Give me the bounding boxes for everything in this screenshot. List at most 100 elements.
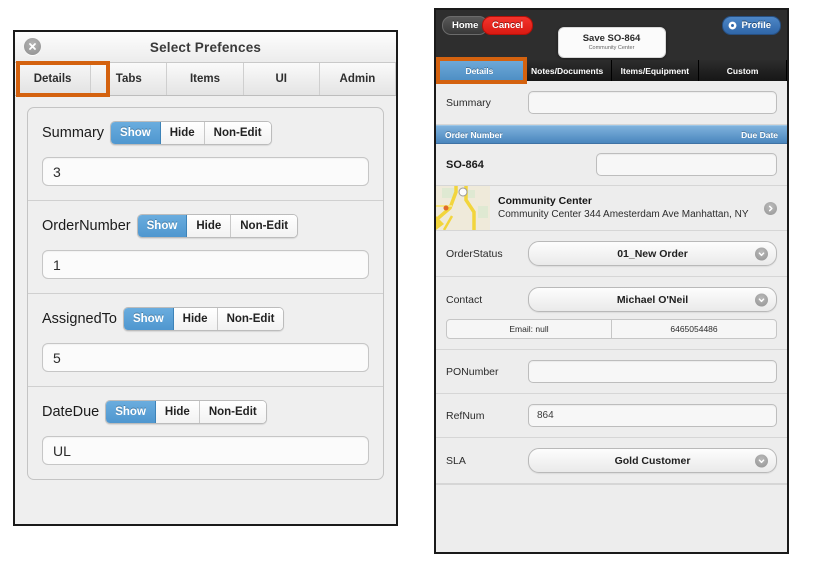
seg-non-edit[interactable]: Non-Edit: [204, 122, 271, 144]
map-thumbnail-icon: [436, 186, 490, 230]
order-number-section-bar: Order Number Due Date: [436, 125, 787, 144]
location-title: Community Center: [498, 195, 592, 207]
chevron-down-icon[interactable]: [755, 454, 768, 467]
gear-icon: [728, 21, 737, 30]
visibility-segmented-control: Show Hide Non-Edit: [105, 400, 267, 424]
seg-hide[interactable]: Hide: [187, 215, 232, 237]
field-sla: SLA Gold Customer: [436, 438, 787, 484]
select-prefences-window: Select Prefences Details Tabs Items UI A…: [13, 30, 398, 526]
contact-phone[interactable]: 6465054486: [612, 320, 776, 338]
pref-head: DateDue Show Hide Non-Edit: [42, 400, 369, 424]
tab-items-equipment[interactable]: Items/Equipment: [611, 60, 700, 81]
tab-ui[interactable]: UI: [244, 63, 320, 95]
seg-show[interactable]: Show: [137, 215, 188, 237]
field-label: Contact: [446, 293, 483, 306]
seg-hide[interactable]: Hide: [173, 308, 218, 330]
field-orderstatus: OrderStatus 01_New Order: [436, 231, 787, 277]
field-refnum: RefNum 864: [436, 394, 787, 438]
order-number-value: SO-864: [446, 158, 484, 171]
sla-select[interactable]: Gold Customer: [528, 448, 777, 473]
visibility-segmented-control: Show Hide Non-Edit: [110, 121, 272, 145]
profile-button[interactable]: Profile: [722, 16, 781, 35]
refnum-input[interactable]: 864: [528, 404, 777, 427]
pref-order-input[interactable]: UL: [42, 436, 369, 465]
cancel-button[interactable]: Cancel: [482, 16, 534, 35]
visibility-segmented-control: Show Hide Non-Edit: [136, 214, 299, 238]
profile-label: Profile: [741, 20, 771, 31]
field-contact: Contact Michael O'Neil: [436, 277, 787, 319]
pref-label: AssignedTo: [42, 311, 117, 327]
page-title: Select Prefences: [149, 39, 262, 55]
seg-show[interactable]: Show: [106, 401, 156, 423]
seg-non-edit[interactable]: Non-Edit: [231, 215, 298, 237]
field-label: PONumber: [446, 365, 499, 378]
pref-row-summary: Summary Show Hide Non-Edit 3: [28, 108, 383, 201]
section-label-right: Due Date: [741, 129, 778, 140]
tab-notes-documents[interactable]: Notes/Documents: [523, 60, 612, 81]
contact-details: Email: null 6465054486: [446, 319, 777, 339]
app-topbar: Home Cancel Profile Save SO-864 Communit…: [436, 10, 787, 60]
pref-head: Summary Show Hide Non-Edit: [42, 121, 369, 145]
tab-details[interactable]: Details: [15, 63, 92, 95]
preferences-body: Summary Show Hide Non-Edit 3 OrderNumber…: [15, 96, 396, 524]
pref-label: OrderNumber: [42, 218, 131, 234]
location-text: Community Center Community Center 344 Am…: [490, 194, 764, 222]
ponumber-input[interactable]: [528, 360, 777, 383]
orderstatus-value: 01_New Order: [617, 247, 688, 260]
seg-hide[interactable]: Hide: [155, 401, 200, 423]
field-label: RefNum: [446, 409, 485, 422]
tab-admin[interactable]: Admin: [320, 63, 396, 95]
pref-order-input[interactable]: 5: [42, 343, 369, 372]
section-label-left: Order Number: [445, 129, 503, 140]
location-row[interactable]: Community Center Community Center 344 Am…: [436, 185, 787, 231]
contact-value: Michael O'Neil: [616, 293, 689, 306]
field-label: SLA: [446, 454, 466, 467]
field-ponumber: PONumber: [436, 350, 787, 394]
pref-label: Summary: [42, 125, 105, 141]
contact-select[interactable]: Michael O'Neil: [528, 287, 777, 312]
window-titlebar: Select Prefences: [15, 32, 396, 63]
tab-details[interactable]: Details: [436, 60, 524, 81]
pref-head: OrderNumber Show Hide Non-Edit: [42, 214, 369, 238]
seg-non-edit[interactable]: Non-Edit: [199, 401, 266, 423]
seg-show[interactable]: Show: [123, 308, 174, 330]
chevron-down-icon[interactable]: [755, 293, 768, 306]
orderstatus-select[interactable]: 01_New Order: [528, 241, 777, 266]
tab-custom[interactable]: Custom: [699, 60, 787, 81]
due-date-input[interactable]: [596, 153, 777, 176]
order-detail-window: Home Cancel Profile Save SO-864 Communit…: [434, 8, 789, 554]
seg-non-edit[interactable]: Non-Edit: [217, 308, 284, 330]
pref-order-input[interactable]: 1: [42, 250, 369, 279]
order-number-row: SO-864: [436, 144, 787, 185]
visibility-segmented-control: Show Hide Non-Edit: [122, 307, 285, 331]
save-order-button[interactable]: Save SO-864 Community Center: [557, 27, 666, 58]
order-form: Summary Order Number Due Date SO-864 Com…: [436, 81, 787, 552]
chevron-right-icon[interactable]: [764, 201, 777, 215]
preferences-card: Summary Show Hide Non-Edit 3 OrderNumber…: [27, 107, 384, 480]
pref-row-ordernumber: OrderNumber Show Hide Non-Edit 1: [28, 201, 383, 294]
order-tabbar: Details Notes/Documents Items/Equipment …: [436, 57, 787, 84]
summary-input[interactable]: [528, 91, 777, 114]
seg-hide[interactable]: Hide: [160, 122, 205, 144]
location-address: Community Center 344 Amesterdam Ave Manh…: [498, 209, 749, 220]
contact-block: Contact Michael O'Neil Email: null 64650…: [436, 277, 787, 350]
seg-show[interactable]: Show: [111, 122, 161, 144]
pref-row-assignedto: AssignedTo Show Hide Non-Edit 5: [28, 294, 383, 387]
save-title: Save SO-864: [582, 33, 641, 44]
sla-value: Gold Customer: [614, 454, 691, 467]
contact-email[interactable]: Email: null: [447, 320, 612, 338]
field-label: Summary: [446, 96, 491, 109]
tab-tabs[interactable]: Tabs: [91, 63, 168, 95]
pref-order-input[interactable]: 3: [42, 157, 369, 186]
left-tabbar: Details Tabs Items UI Admin: [15, 61, 396, 97]
tab-items[interactable]: Items: [167, 63, 244, 95]
pref-label: DateDue: [42, 404, 100, 420]
form-bottom-spacer: [436, 484, 787, 552]
field-summary: Summary: [436, 81, 787, 125]
save-subtitle: Community Center: [588, 45, 635, 51]
pref-row-datedue: DateDue Show Hide Non-Edit UL: [28, 387, 383, 479]
pref-head: AssignedTo Show Hide Non-Edit: [42, 307, 369, 331]
field-label: OrderStatus: [446, 247, 503, 260]
close-icon[interactable]: [24, 38, 41, 55]
chevron-down-icon[interactable]: [755, 247, 768, 260]
